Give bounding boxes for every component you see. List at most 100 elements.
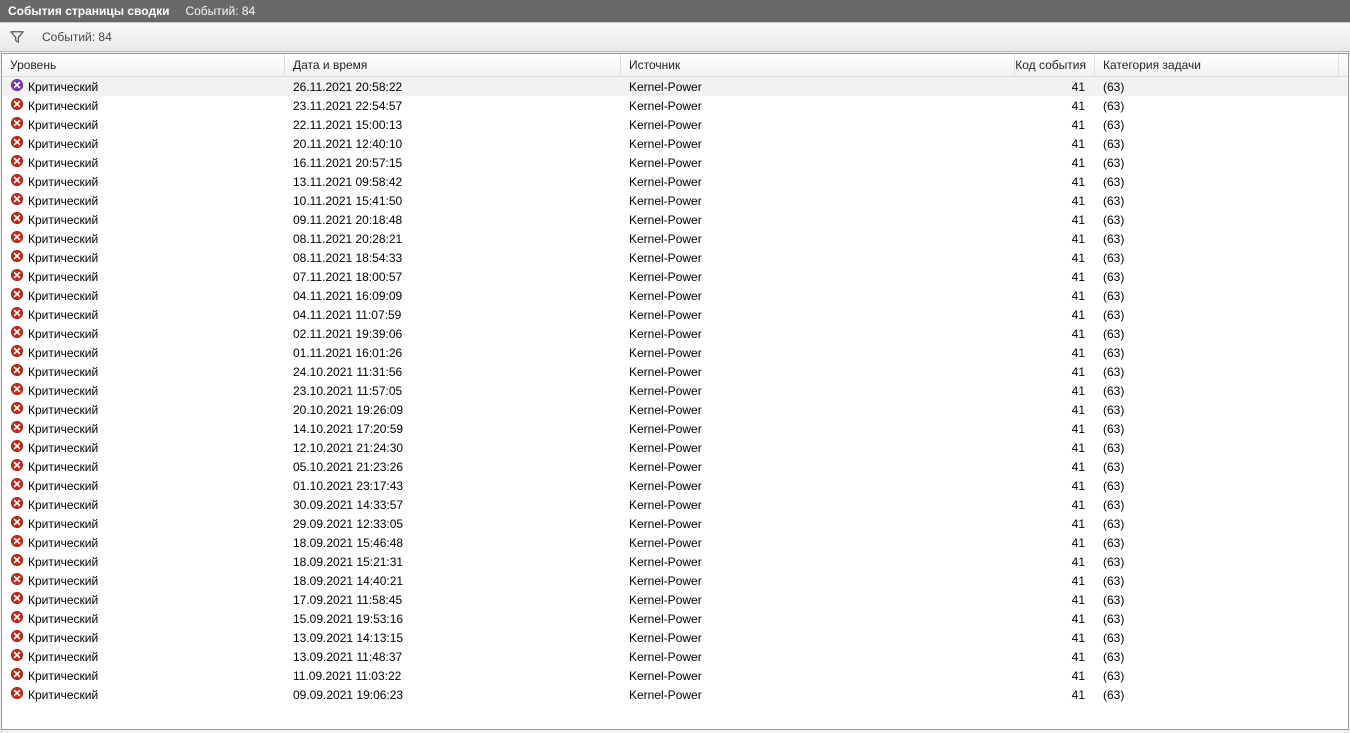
table-row[interactable]: Критический 13.09.2021 14:13:15 Kernel-P… [2, 628, 1348, 647]
cell-level: Критический [28, 441, 98, 455]
cell-category: (63) [1095, 593, 1339, 607]
cell-category: (63) [1095, 175, 1339, 189]
table-row[interactable]: Критический 29.09.2021 12:33:05 Kernel-P… [2, 514, 1348, 533]
table-row[interactable]: Критический 07.11.2021 18:00:57 Kernel-P… [2, 267, 1348, 286]
cell-event-id: 41 [1015, 650, 1095, 664]
table-row[interactable]: Критический 15.09.2021 19:53:16 Kernel-P… [2, 609, 1348, 628]
cell-level: Критический [28, 403, 98, 417]
cell-source: Kernel-Power [621, 175, 1015, 189]
table-row[interactable]: Критический 12.10.2021 21:24:30 Kernel-P… [2, 438, 1348, 457]
cell-category: (63) [1095, 460, 1339, 474]
cell-event-id: 41 [1015, 384, 1095, 398]
table-row[interactable]: Критический 24.10.2021 11:31:56 Kernel-P… [2, 362, 1348, 381]
cell-source: Kernel-Power [621, 346, 1015, 360]
table-row[interactable]: Критический 30.09.2021 14:33:57 Kernel-P… [2, 495, 1348, 514]
table-row[interactable]: Критический 10.11.2021 15:41:50 Kernel-P… [2, 191, 1348, 210]
table-row[interactable]: Критический 13.11.2021 09:58:42 Kernel-P… [2, 172, 1348, 191]
table-row[interactable]: Критический 22.11.2021 15:00:13 Kernel-P… [2, 115, 1348, 134]
table-row[interactable]: Критический 26.11.2021 20:58:22 Kernel-P… [2, 77, 1348, 96]
table-row[interactable]: Критический 14.10.2021 17:20:59 Kernel-P… [2, 419, 1348, 438]
table-row[interactable]: Критический 23.10.2021 11:57:05 Kernel-P… [2, 381, 1348, 400]
table-row[interactable]: Критический 04.11.2021 11:07:59 Kernel-P… [2, 305, 1348, 324]
cell-datetime: 29.09.2021 12:33:05 [285, 517, 621, 531]
cell-event-id: 41 [1015, 574, 1095, 588]
cell-datetime: 08.11.2021 18:54:33 [285, 251, 621, 265]
error-icon [10, 686, 24, 703]
column-header-row: Уровень Дата и время Источник Код событи… [2, 54, 1348, 77]
cell-category: (63) [1095, 194, 1339, 208]
table-row[interactable]: Критический 09.09.2021 19:06:23 Kernel-P… [2, 685, 1348, 704]
cell-level: Критический [28, 156, 98, 170]
cell-category: (63) [1095, 441, 1339, 455]
filter-icon[interactable] [10, 30, 24, 44]
cell-category: (63) [1095, 346, 1339, 360]
cell-source: Kernel-Power [621, 118, 1015, 132]
cell-event-id: 41 [1015, 631, 1095, 645]
column-header-datetime[interactable]: Дата и время [285, 54, 621, 76]
cell-level: Критический [28, 517, 98, 531]
table-row[interactable]: Критический 13.09.2021 11:48:37 Kernel-P… [2, 647, 1348, 666]
cell-datetime: 02.11.2021 19:39:06 [285, 327, 621, 341]
cell-datetime: 12.10.2021 21:24:30 [285, 441, 621, 455]
cell-event-id: 41 [1015, 80, 1095, 94]
cell-category: (63) [1095, 213, 1339, 227]
table-row[interactable]: Критический 05.10.2021 21:23:26 Kernel-P… [2, 457, 1348, 476]
grid-body[interactable]: Критический 26.11.2021 20:58:22 Kernel-P… [2, 77, 1348, 729]
error-icon [10, 287, 24, 304]
cell-category: (63) [1095, 289, 1339, 303]
table-row[interactable]: Критический 08.11.2021 18:54:33 Kernel-P… [2, 248, 1348, 267]
table-row[interactable]: Критический 02.11.2021 19:39:06 Kernel-P… [2, 324, 1348, 343]
cell-source: Kernel-Power [621, 213, 1015, 227]
table-row[interactable]: Критический 01.11.2021 16:01:26 Kernel-P… [2, 343, 1348, 362]
table-row[interactable]: Критический 01.10.2021 23:17:43 Kernel-P… [2, 476, 1348, 495]
cell-datetime: 07.11.2021 18:00:57 [285, 270, 621, 284]
table-row[interactable]: Критический 11.09.2021 11:03:22 Kernel-P… [2, 666, 1348, 685]
cell-level: Критический [28, 175, 98, 189]
error-icon [10, 610, 24, 627]
cell-event-id: 41 [1015, 308, 1095, 322]
error-icon [10, 173, 24, 190]
column-header-level[interactable]: Уровень [2, 54, 285, 76]
cell-category: (63) [1095, 308, 1339, 322]
cell-category: (63) [1095, 156, 1339, 170]
cell-source: Kernel-Power [621, 555, 1015, 569]
cell-category: (63) [1095, 555, 1339, 569]
cell-level: Критический [28, 688, 98, 702]
table-row[interactable]: Критический 23.11.2021 22:54:57 Kernel-P… [2, 96, 1348, 115]
cell-category: (63) [1095, 536, 1339, 550]
cell-datetime: 04.11.2021 16:09:09 [285, 289, 621, 303]
error-icon [10, 192, 24, 209]
table-row[interactable]: Критический 20.11.2021 12:40:10 Kernel-P… [2, 134, 1348, 153]
table-row[interactable]: Критический 04.11.2021 16:09:09 Kernel-P… [2, 286, 1348, 305]
cell-level: Критический [28, 232, 98, 246]
error-icon [10, 496, 24, 513]
table-row[interactable]: Критический 16.11.2021 20:57:15 Kernel-P… [2, 153, 1348, 172]
cell-datetime: 13.09.2021 14:13:15 [285, 631, 621, 645]
error-icon [10, 306, 24, 323]
cell-datetime: 11.09.2021 11:03:22 [285, 669, 621, 683]
table-row[interactable]: Критический 09.11.2021 20:18:48 Kernel-P… [2, 210, 1348, 229]
column-header-event-id[interactable]: Код события [1015, 54, 1095, 76]
cell-datetime: 09.09.2021 19:06:23 [285, 688, 621, 702]
error-icon [10, 78, 24, 95]
titlebar: События страницы сводки Событий: 84 [0, 0, 1350, 22]
table-row[interactable]: Критический 18.09.2021 15:46:48 Kernel-P… [2, 533, 1348, 552]
cell-level: Критический [28, 593, 98, 607]
cell-level: Критический [28, 194, 98, 208]
cell-event-id: 41 [1015, 327, 1095, 341]
table-row[interactable]: Критический 08.11.2021 20:28:21 Kernel-P… [2, 229, 1348, 248]
table-row[interactable]: Критический 18.09.2021 15:21:31 Kernel-P… [2, 552, 1348, 571]
column-header-source[interactable]: Источник [621, 54, 1015, 76]
cell-event-id: 41 [1015, 688, 1095, 702]
cell-level: Критический [28, 631, 98, 645]
cell-event-id: 41 [1015, 422, 1095, 436]
table-row[interactable]: Критический 20.10.2021 19:26:09 Kernel-P… [2, 400, 1348, 419]
error-icon [10, 116, 24, 133]
cell-category: (63) [1095, 479, 1339, 493]
column-header-category[interactable]: Категория задачи [1095, 54, 1339, 76]
table-row[interactable]: Критический 18.09.2021 14:40:21 Kernel-P… [2, 571, 1348, 590]
cell-source: Kernel-Power [621, 460, 1015, 474]
cell-event-id: 41 [1015, 365, 1095, 379]
cell-level: Критический [28, 536, 98, 550]
table-row[interactable]: Критический 17.09.2021 11:58:45 Kernel-P… [2, 590, 1348, 609]
